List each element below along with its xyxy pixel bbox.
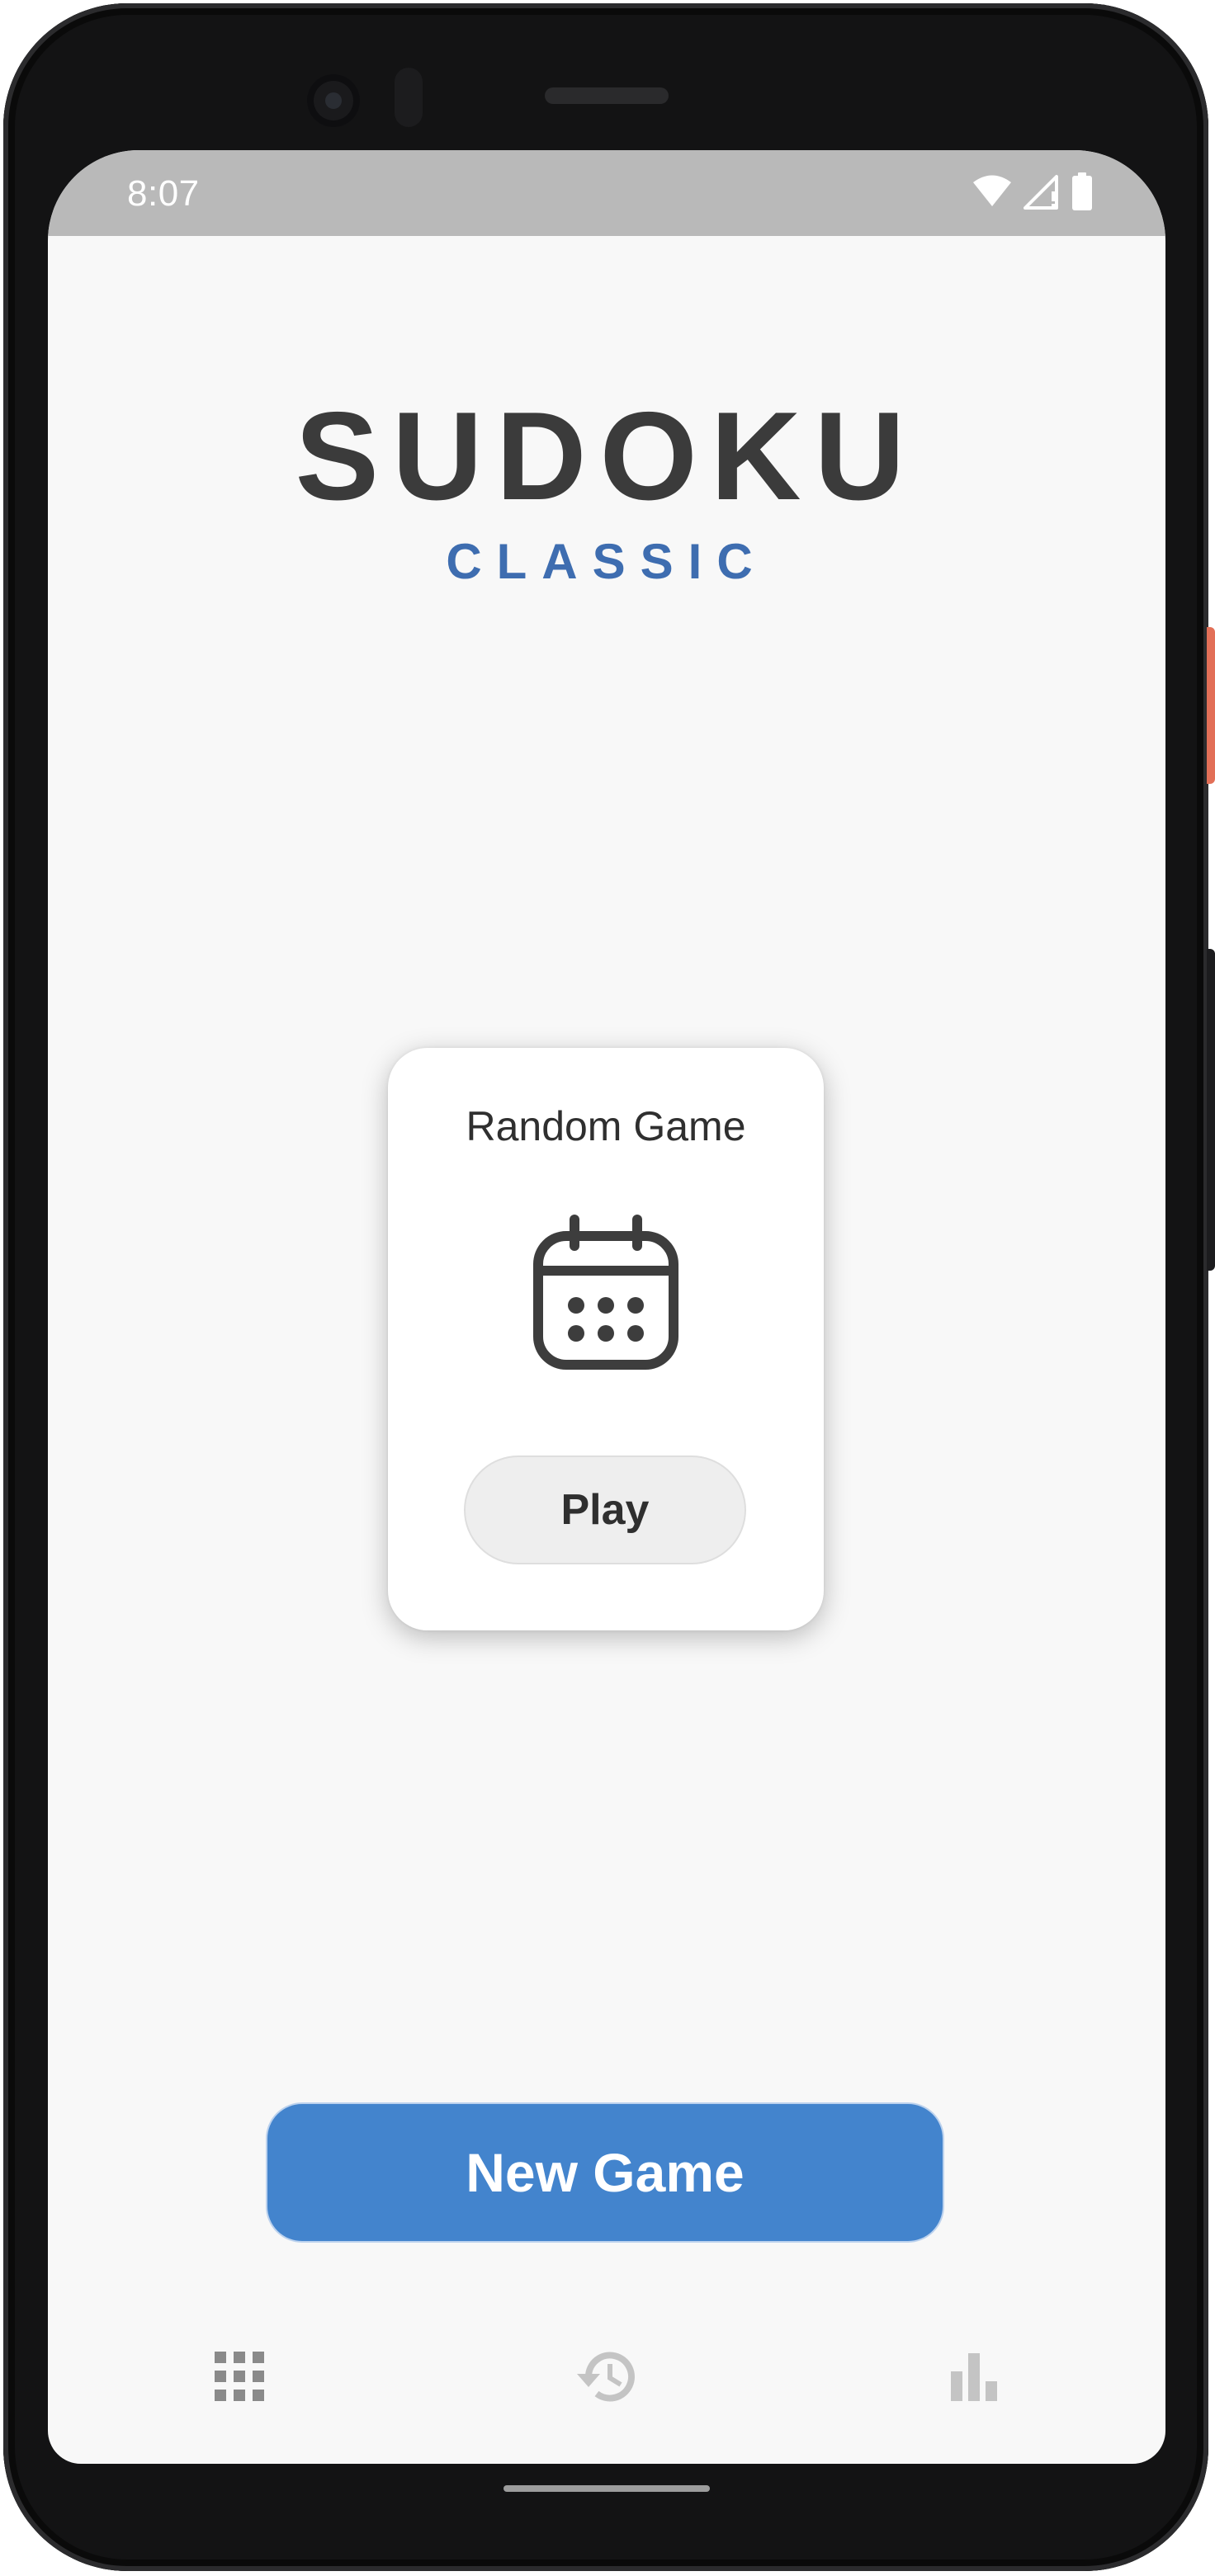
nav-grid[interactable] (206, 2345, 272, 2411)
play-button[interactable]: Play (464, 1455, 746, 1564)
new-game-button[interactable]: New Game (266, 2102, 944, 2243)
signal-icon (1024, 173, 1060, 214)
app-subtitle: CLASSIC (446, 534, 768, 589)
battery-icon (1071, 172, 1093, 215)
nav-statistics[interactable] (941, 2345, 1007, 2411)
proximity-sensor (395, 68, 423, 127)
stats-icon (951, 2352, 997, 2405)
calendar-icon (525, 1213, 687, 1375)
status-icons (972, 172, 1093, 214)
earpiece-speaker (545, 87, 669, 104)
volume-button (1207, 949, 1215, 1271)
status-time: 8:07 (127, 173, 200, 214)
history-icon (575, 2349, 636, 2408)
card-title: Random Game (466, 1103, 746, 1149)
home-indicator[interactable] (503, 2485, 710, 2492)
grid-icon (215, 2351, 264, 2405)
wifi-icon (972, 175, 1012, 212)
nav-history[interactable] (573, 2345, 639, 2411)
power-button (1207, 627, 1215, 784)
status-bar: 8:07 (48, 150, 1165, 236)
app-title: SUDOKU (295, 386, 919, 526)
front-camera (307, 74, 360, 127)
random-game-card[interactable]: Random Game Play (388, 1048, 824, 1630)
app-screen: 8:07 SUDOKU CLASSIC Random Game Play New… (48, 150, 1165, 2464)
